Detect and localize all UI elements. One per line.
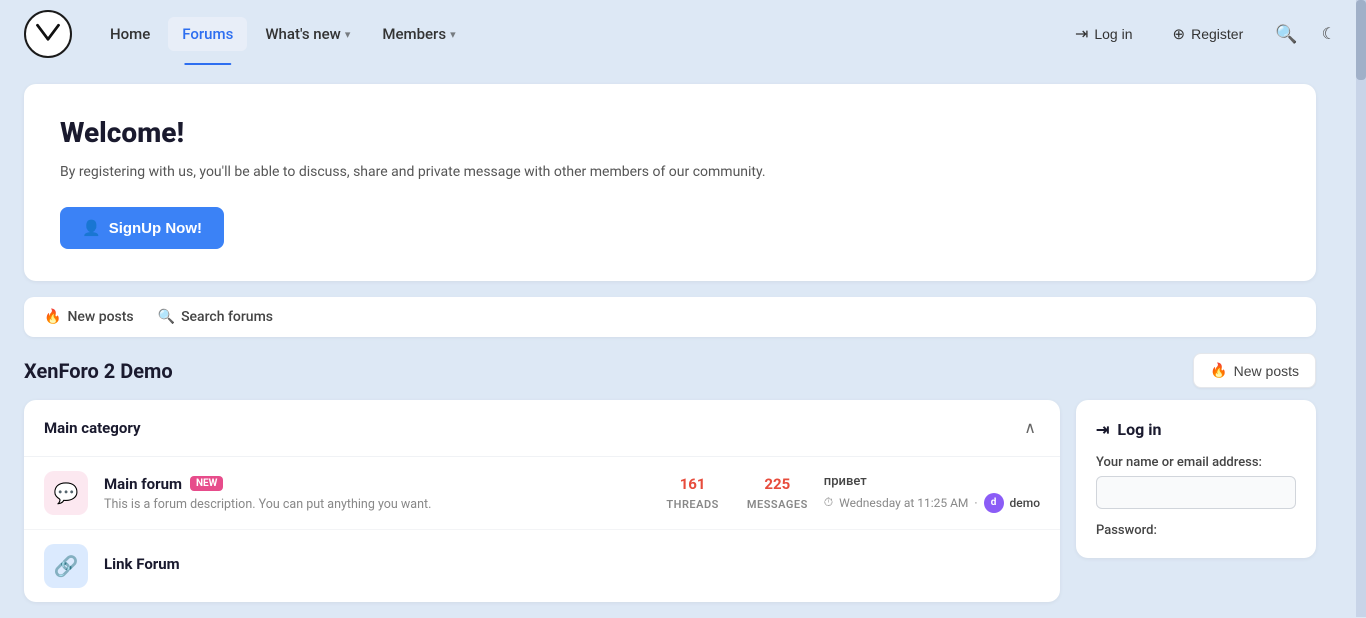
dark-mode-button[interactable]: ☾	[1316, 18, 1342, 50]
fire-icon: 🔥	[44, 309, 61, 325]
messages-stat: 225 MESSAGES	[747, 475, 808, 512]
new-posts-button[interactable]: 🔥 New posts	[1193, 353, 1316, 388]
scrollbar[interactable]	[1356, 0, 1366, 617]
register-icon: ⊕	[1173, 25, 1186, 43]
members-chevron-icon: ▾	[450, 28, 456, 41]
forum-name-row: Main forum NEW	[104, 475, 650, 493]
threads-label: THREADS	[666, 498, 718, 511]
section-title: XenForo 2 Demo	[24, 359, 173, 383]
section-header: XenForo 2 Demo 🔥 New posts	[24, 353, 1316, 388]
fire-icon-2: 🔥	[1210, 362, 1227, 379]
forum-main: Main category ∧ 💬 Main forum NEW	[24, 400, 1060, 602]
clock-icon: ⏱	[824, 495, 833, 510]
forum-chat-icon: 💬	[54, 481, 79, 505]
login-icon: ⇥	[1075, 24, 1088, 44]
bullet-separator: ·	[974, 496, 977, 510]
login-name-input[interactable]	[1096, 476, 1296, 509]
register-button[interactable]: ⊕ Register	[1159, 17, 1258, 51]
nav-members[interactable]: Members ▾	[368, 17, 469, 51]
forum-name[interactable]: Main forum	[104, 475, 182, 493]
new-badge: NEW	[190, 476, 223, 491]
forum-info: Main forum NEW This is a forum descripti…	[104, 475, 650, 512]
forum-section: Main category ∧ 💬 Main forum NEW	[24, 400, 1316, 602]
search-forums-bar-item[interactable]: 🔍 Search forums	[158, 309, 273, 325]
table-row: 🔗 Link Forum	[24, 530, 1060, 602]
forum-stats: 161 THREADS 225 MESSAGES	[666, 475, 807, 512]
user-add-icon: 👤	[82, 219, 101, 237]
login-card: ⇥ Log in Your name or email address: Pas…	[1076, 400, 1316, 558]
category-card: Main category ∧ 💬 Main forum NEW	[24, 400, 1060, 602]
forum-icon-wrap-2: 🔗	[44, 544, 88, 588]
forum-icon-wrap: 💬	[44, 471, 88, 515]
signup-button[interactable]: 👤 SignUp Now!	[60, 207, 224, 249]
welcome-title: Welcome!	[60, 116, 1280, 149]
main-content: Welcome! By registering with us, you'll …	[0, 68, 1340, 618]
nav-right: ⇥ Log in ⊕ Register 🔍 ☾	[1061, 16, 1342, 52]
category-name: Main category	[44, 419, 141, 437]
table-row: 💬 Main forum NEW This is a forum descrip…	[24, 457, 1060, 530]
latest-time: Wednesday at 11:25 AM	[839, 496, 968, 510]
messages-count: 225	[747, 475, 808, 493]
login-button[interactable]: ⇥ Log in	[1061, 16, 1147, 52]
moon-icon: ☾	[1322, 24, 1336, 44]
latest-username[interactable]: demo	[1010, 496, 1040, 510]
forum-latest: привет ⏱ Wednesday at 11:25 AM · d demo	[824, 474, 1040, 513]
forum-name-2[interactable]: Link Forum	[104, 555, 180, 573]
category-header: Main category ∧	[24, 400, 1060, 457]
new-posts-bar-item[interactable]: 🔥 New posts	[44, 309, 134, 325]
forum-name-row-2: Link Forum	[104, 555, 1040, 573]
site-logo[interactable]	[24, 10, 72, 58]
user-avatar: d	[984, 493, 1004, 513]
welcome-card: Welcome! By registering with us, you'll …	[24, 84, 1316, 281]
forum-sidebar: ⇥ Log in Your name or email address: Pas…	[1076, 400, 1316, 558]
nav-home[interactable]: Home	[96, 17, 164, 51]
forum-info-2: Link Forum	[104, 555, 1040, 577]
scrollbar-thumb[interactable]	[1356, 0, 1366, 80]
forum-link-icon: 🔗	[54, 554, 79, 578]
forum-bar: 🔥 New posts 🔍 Search forums	[24, 297, 1316, 337]
login-card-icon: ⇥	[1096, 420, 1109, 439]
nav-forums[interactable]: Forums	[168, 17, 247, 51]
latest-meta: ⏱ Wednesday at 11:25 AM · d demo	[824, 493, 1040, 513]
threads-count: 161	[666, 475, 718, 493]
nav-links: Home Forums What's new ▾ Members ▾	[96, 17, 1061, 51]
threads-stat: 161 THREADS	[666, 475, 718, 512]
login-name-label: Your name or email address:	[1096, 455, 1296, 470]
login-password-label: Password:	[1096, 523, 1296, 538]
navbar: Home Forums What's new ▾ Members ▾ ⇥ Log…	[0, 0, 1366, 68]
latest-thread-title[interactable]: привет	[824, 474, 1040, 489]
forum-description: This is a forum description. You can put…	[104, 497, 650, 512]
search-forums-icon: 🔍	[158, 309, 175, 325]
messages-label: MESSAGES	[747, 498, 808, 511]
search-button[interactable]: 🔍	[1269, 18, 1303, 51]
whats-new-chevron-icon: ▾	[345, 28, 351, 41]
collapse-button[interactable]: ∧	[1020, 414, 1040, 442]
nav-whats-new[interactable]: What's new ▾	[251, 17, 364, 51]
search-icon: 🔍	[1275, 24, 1297, 45]
login-title: ⇥ Log in	[1096, 420, 1296, 439]
welcome-description: By registering with us, you'll be able t…	[60, 161, 1280, 183]
chevron-up-icon: ∧	[1024, 420, 1036, 437]
